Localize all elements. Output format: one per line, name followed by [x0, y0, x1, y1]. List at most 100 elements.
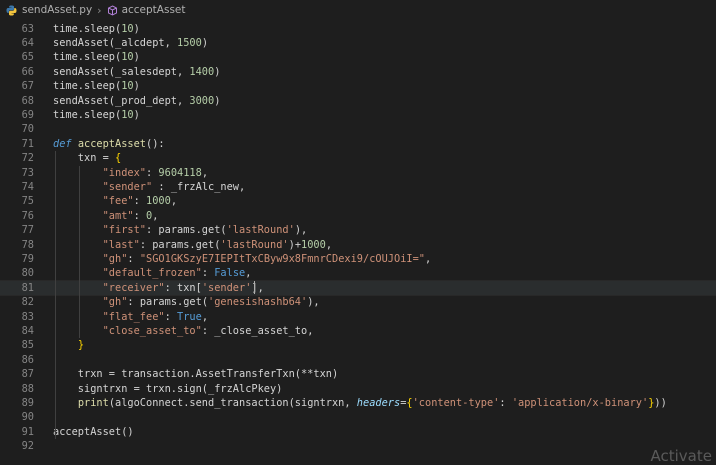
code-line[interactable]: 67 time.sleep(10) — [0, 79, 716, 93]
code-line[interactable]: 92 — [0, 439, 716, 453]
code-token: headers — [356, 397, 401, 409]
code-line[interactable]: 74 "sender" : _frzAlc_new, — [0, 180, 716, 194]
code-line[interactable]: 75 "fee": 1000, — [0, 194, 716, 208]
code-line[interactable]: 87 trxn = transaction.AssetTransferTxn(*… — [0, 367, 716, 381]
line-number: 87 — [21, 368, 34, 381]
code-editor[interactable]: 62sendAsset(_procdept, 1000)63time.sleep… — [0, 0, 716, 459]
code-token: 3000 — [189, 94, 215, 107]
code-line[interactable]: 69 time.sleep(10) — [0, 108, 716, 122]
code-token: , — [152, 209, 159, 222]
breadcrumb-file[interactable]: sendAsset.py — [22, 4, 92, 16]
code-token: 'application/x-binary' — [511, 397, 649, 409]
breadcrumb-symbol[interactable]: acceptAsset — [122, 4, 186, 16]
code-text: sendAsset(_prod_dept, 3000) — [53, 94, 220, 108]
chevron-right-icon: › — [97, 3, 102, 17]
code-line[interactable]: 88 signtrxn = trxn.sign(_frzAlcPkey) — [0, 382, 716, 396]
code-token: sendAsset(_alcdept, — [53, 37, 177, 49]
line-number: 66 — [21, 65, 34, 78]
line-number: 65 — [21, 51, 34, 64]
code-token: False — [214, 267, 246, 280]
code-text: "flat_fee": True, — [53, 310, 208, 324]
code-token: 9604118 — [158, 166, 202, 179]
code-token: 'lastRound' — [226, 224, 295, 237]
code-line[interactable]: 65 time.sleep(10) — [0, 50, 716, 64]
code-token: "flat_fee" — [102, 310, 165, 323]
code-line[interactable]: 84 "close_asset_to": _close_asset_to, — [0, 324, 716, 338]
code-line[interactable]: 83 "flat_fee": True, — [0, 310, 716, 324]
line-number: 91 — [21, 425, 34, 438]
code-line[interactable]: 80 "default_frozen": False, — [0, 266, 716, 280]
code-text: "fee": 1000, — [53, 194, 177, 208]
code-token: : txn[ — [164, 281, 202, 294]
code-token: time.sleep( — [53, 51, 122, 64]
code-token: : — [146, 166, 159, 179]
code-text: def acceptAsset(): — [53, 137, 165, 151]
line-number: 76 — [21, 209, 34, 222]
code-token: ) — [133, 22, 140, 35]
code-token: : params.get( — [139, 238, 221, 251]
code-token: acceptAsset — [77, 137, 147, 150]
line-number: 84 — [21, 325, 34, 337]
code-token: trxn.sign(_frzAlcPkey) — [146, 382, 283, 395]
method-cube-icon — [107, 4, 118, 16]
code-token: sendAsset(_salesdept, — [53, 65, 190, 78]
code-token: "sender" — [102, 181, 153, 193]
code-text: time.sleep(10) — [53, 22, 140, 36]
code-token: , — [325, 238, 333, 251]
code-token: , — [170, 195, 178, 208]
line-number: 82 — [21, 296, 34, 309]
code-line[interactable]: 85 } — [0, 338, 716, 352]
code-line[interactable]: 76 "amt": 0, — [0, 209, 716, 223]
code-line[interactable]: 70 — [0, 122, 716, 136]
code-line[interactable]: 77 "first": params.get('lastRound'), — [0, 223, 716, 237]
code-line[interactable]: 66 sendAsset(_salesdept, 1400) — [0, 65, 716, 79]
code-line[interactable]: 82 "gh": params.get('genesishashb64'), — [0, 295, 716, 309]
code-token: txn) — [313, 368, 339, 381]
line-number: 71 — [21, 137, 34, 150]
code-token: : — [164, 310, 178, 323]
code-token: : — [133, 195, 147, 208]
code-line[interactable]: 89 print(algoConnect.send_transaction(si… — [0, 396, 716, 410]
code-line[interactable]: 72 txn = { — [0, 151, 716, 165]
code-line[interactable]: 71 def acceptAsset(): — [0, 137, 716, 151]
code-line[interactable]: 63 time.sleep(10) — [0, 22, 716, 36]
code-token: { — [115, 152, 122, 165]
code-line[interactable]: 73 "index": 9604118, — [0, 166, 716, 180]
code-token: } — [77, 339, 85, 352]
code-token: 10 — [121, 109, 134, 121]
code-token: "gh" — [102, 253, 128, 265]
code-line[interactable]: 64 sendAsset(_alcdept, 1500) — [0, 36, 716, 50]
code-token: trxn — [53, 368, 109, 381]
code-line[interactable]: 81 "receiver": txn['sender'], — [0, 279, 716, 297]
code-line[interactable]: 68 sendAsset(_prod_dept, 3000) — [0, 94, 716, 108]
text-cursor — [254, 281, 255, 295]
code-line[interactable]: 86 — [0, 353, 716, 367]
code-text: sendAsset(_alcdept, 1500) — [53, 36, 208, 50]
code-token: 1000 — [146, 195, 171, 208]
code-token: ) — [214, 65, 221, 78]
code-token: "first" — [102, 224, 147, 237]
code-token: , — [201, 310, 209, 323]
code-token: , — [425, 253, 432, 265]
line-number: 73 — [21, 166, 34, 179]
code-token: time.sleep( — [53, 22, 122, 35]
code-text: "gh": params.get('genesishashb64'), — [53, 295, 320, 309]
indent-guide — [55, 151, 56, 440]
python-file-icon — [6, 5, 17, 16]
code-text: "last": params.get('lastRound')+1000, — [53, 238, 332, 252]
code-text: "sender" : _frzAlc_new, — [53, 180, 246, 194]
code-token: ) — [214, 94, 221, 107]
code-token: (): — [146, 137, 165, 150]
code-text: signtrxn = trxn.sign(_frzAlcPkey) — [53, 382, 283, 396]
code-text: } — [53, 338, 84, 352]
code-line[interactable]: 91 acceptAsset() — [0, 425, 716, 439]
code-line[interactable]: 79 "gh": "SGO1GKSzyE7IEPItTxCByw9x8FmnrC… — [0, 252, 716, 266]
code-token: : — [127, 253, 140, 265]
code-line[interactable]: 90 — [0, 410, 716, 424]
code-line[interactable]: 78 "last": params.get('lastRound')+1000, — [0, 238, 716, 252]
